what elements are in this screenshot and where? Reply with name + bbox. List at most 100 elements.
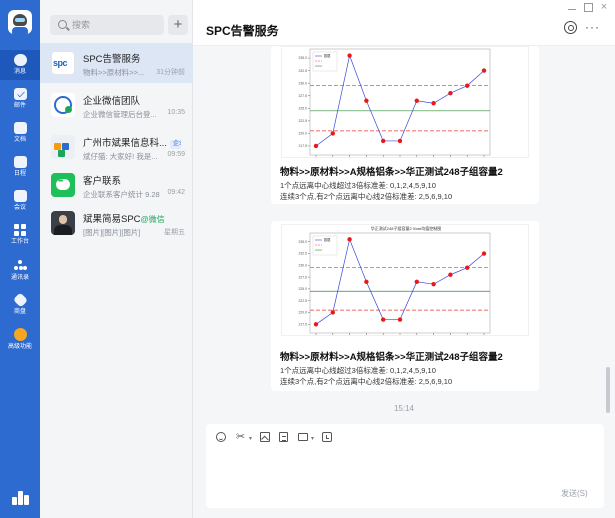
nav-premium-label: 高级功能 xyxy=(7,344,32,350)
spc-logo-icon: spc xyxy=(51,51,75,75)
health-team-logo-icon xyxy=(51,93,75,117)
image-icon[interactable] xyxy=(260,432,270,442)
nav-shangpan[interactable]: 商盘 xyxy=(0,290,40,320)
hexagon-icon xyxy=(12,292,28,308)
y-tick-label: 220.0 xyxy=(299,132,308,136)
file-icon[interactable] xyxy=(279,432,288,442)
nav-workbench-label: 工作台 xyxy=(10,239,29,245)
nav-messages[interactable]: 消息 xyxy=(0,50,40,80)
conversation-health-team[interactable]: 企业微信团队 企业微信管理后台登... 10:35 xyxy=(40,85,193,125)
user-avatar[interactable] xyxy=(8,10,32,34)
y-tick-label: 230.0 xyxy=(299,264,308,268)
data-point xyxy=(465,83,470,88)
conversation-company[interactable]: 广州市斌果信息科...企业 斌仔猫: 大家好! 我是... 09:59 xyxy=(40,127,193,167)
settings-icon[interactable] xyxy=(564,21,577,34)
data-point xyxy=(414,98,419,103)
maximize-button[interactable] xyxy=(584,3,593,12)
conversation-time: 10:35 xyxy=(167,109,185,116)
close-button[interactable]: × xyxy=(599,2,609,13)
scrollbar[interactable] xyxy=(606,367,610,413)
chevron-down-icon[interactable]: ▾ xyxy=(311,435,314,442)
conversation-name-text: 斌果简易SPC xyxy=(83,214,141,225)
control-chart-image[interactable]: 华正测试248子组容量2 Xbar均值控制图 217.5 220.0 222.5 225… xyxy=(281,224,529,336)
alert-message-card[interactable]: 华正测试248子组容量2 Xbar均值控制图 217.5 220.0 222.5 225… xyxy=(271,221,539,391)
nav-calendar[interactable]: 日程 xyxy=(0,152,40,182)
y-tick-label: 235.0 xyxy=(299,56,308,60)
y-tick-label: 230.0 xyxy=(299,81,308,85)
alert-line: 连续3个点,有2个点远离中心线2倍标准差: 2,5,6,9,10 xyxy=(280,192,453,201)
conversation-preview: 斌仔猫: 大家好! 我是... xyxy=(83,152,158,161)
wechat-tag: @微信 xyxy=(140,215,165,224)
data-point xyxy=(330,131,335,136)
nav-rail: 消息 邮件 文档 日程 会议 工作台 通讯录 商盘 高级功能 xyxy=(0,0,40,518)
workbench-icon xyxy=(13,224,27,236)
minimize-button[interactable] xyxy=(567,3,577,13)
alert-line: 连续3个点,有2个点远离中心线2倍标准差: 2,5,6,9,10 xyxy=(280,377,453,386)
nav-contacts-label: 通讯录 xyxy=(10,275,29,281)
nav-shangpan-label: 商盘 xyxy=(13,309,26,315)
more-apps-icon[interactable] xyxy=(12,491,29,505)
search-input[interactable] xyxy=(72,17,160,33)
data-point xyxy=(381,317,386,322)
document-icon xyxy=(13,122,27,134)
person-avatar xyxy=(51,211,75,235)
message-composer[interactable]: ✂ ▾ ▾ 发送(S) xyxy=(206,424,604,508)
scissors-icon[interactable]: ✂ xyxy=(236,432,246,443)
add-button[interactable]: + xyxy=(168,15,188,35)
data-point xyxy=(397,317,403,322)
y-tick-label: 225.0 xyxy=(299,287,308,291)
mail-icon xyxy=(13,88,27,100)
conversation-spc-group[interactable]: 斌果简易SPC@微信 [图片][图片][图片] 星期五 xyxy=(40,203,193,243)
conversation-spc-alert[interactable]: spc SPC告警服务 物料>>原材料>>... 31分钟前 xyxy=(40,43,193,83)
control-chart: 华正测试248子组容量2 Xbar均值控制图 217.5 220.0 222.5 225… xyxy=(299,225,491,335)
y-tick-label: 220.0 xyxy=(299,311,308,315)
data-point xyxy=(313,143,319,149)
data-point xyxy=(481,251,487,256)
chat-pane: SPC告警服务 × ··· 217.5 220.0 222.5 225.0 227.5 2… xyxy=(193,0,615,518)
send-button[interactable]: 发送(S) xyxy=(561,488,588,499)
y-tick-label: 222.5 xyxy=(299,119,308,123)
nav-workbench[interactable]: 工作台 xyxy=(0,220,40,250)
conversation-name: SPC告警服务 xyxy=(83,54,141,65)
alert-line: 1个点远离中心线超过3倍标准差: 0,1,2,4,5,9,10 xyxy=(280,366,436,375)
nav-meeting[interactable]: 会议 xyxy=(0,186,40,216)
nav-messages-label: 消息 xyxy=(13,69,26,75)
company-logo-icon xyxy=(51,135,75,159)
schedule-icon[interactable] xyxy=(322,432,332,442)
more-icon[interactable]: ··· xyxy=(585,20,600,34)
conversation-time: 星期五 xyxy=(164,229,185,236)
data-point xyxy=(313,322,319,327)
data-point xyxy=(414,279,419,285)
y-tick-label: 232.5 xyxy=(299,252,308,256)
conversation-list: + spc SPC告警服务 物料>>原材料>>... 31分钟前 企业微信团队 … xyxy=(40,0,193,518)
alert-message-card[interactable]: 217.5 220.0 222.5 225.0 227.5 230.0 232.5 235.0… xyxy=(271,46,539,204)
nav-mail[interactable]: 邮件 xyxy=(0,84,40,114)
conversation-name-text: 广州市斌果信息科... xyxy=(83,138,167,149)
control-chart-image[interactable]: 217.5 220.0 222.5 225.0 227.5 230.0 232.5 235.0… xyxy=(281,46,529,158)
series-line xyxy=(315,238,485,325)
nav-meeting-label: 会议 xyxy=(13,205,26,211)
nav-docs[interactable]: 文档 xyxy=(0,118,40,148)
search-icon xyxy=(58,20,67,29)
y-tick-label: 225.0 xyxy=(299,106,308,110)
y-tick-label: 232.5 xyxy=(299,69,308,73)
conversation-customer-contact[interactable]: 客户联系 企业联系客户统计 9.28 09:42 xyxy=(40,165,193,205)
data-point xyxy=(397,138,403,144)
customer-contact-icon xyxy=(51,173,75,197)
series-line xyxy=(315,54,485,147)
premium-icon xyxy=(13,328,27,341)
data-point xyxy=(347,237,352,242)
nav-calendar-label: 日程 xyxy=(13,171,26,177)
meeting-icon xyxy=(13,190,27,202)
data-point xyxy=(330,310,335,315)
data-point xyxy=(364,279,369,285)
search-box[interactable] xyxy=(50,15,164,35)
data-point xyxy=(431,281,436,287)
nav-contacts[interactable]: 通讯录 xyxy=(0,256,40,286)
chevron-down-icon[interactable]: ▾ xyxy=(249,435,252,442)
folder-icon[interactable] xyxy=(298,433,308,441)
legend-label: 数据 xyxy=(324,53,331,58)
alert-line: 1个点远离中心线超过3倍标准差: 0,1,2,4,5,9,10 xyxy=(280,181,436,190)
emoji-icon[interactable] xyxy=(216,432,226,442)
nav-premium[interactable]: 高级功能 xyxy=(0,324,40,354)
